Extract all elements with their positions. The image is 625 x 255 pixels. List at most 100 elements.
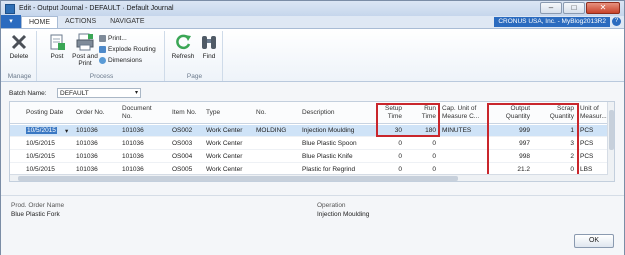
minimize-button[interactable]: – xyxy=(540,2,562,14)
line-details-factbox: Prod. Order Name Blue Plastic Fork Opera… xyxy=(1,195,624,255)
cell-cap-unit[interactable]: MINUTES xyxy=(442,127,471,134)
cell-order-no[interactable]: 101036 xyxy=(76,166,98,173)
delete-label: Delete xyxy=(9,53,29,60)
group-manage-label: Manage xyxy=(7,73,32,80)
cell-order-no[interactable]: 101036 xyxy=(76,140,98,147)
cell-item-no[interactable]: OS004 xyxy=(172,153,192,160)
prod-order-name-label: Prod. Order Name xyxy=(11,202,65,209)
col-description[interactable]: Description xyxy=(302,109,335,117)
maximize-button[interactable]: □ xyxy=(563,2,585,14)
cell-order-no[interactable]: 101036 xyxy=(76,153,98,160)
post-label: Post xyxy=(50,53,64,60)
tab-navigate[interactable]: NAVIGATE xyxy=(103,16,151,28)
cell-type[interactable]: Work Center xyxy=(206,140,242,147)
explode-routing-label: Explode Routing xyxy=(108,46,156,53)
cell-document-no[interactable]: 101036 xyxy=(122,127,144,134)
cell-unit-of-measure[interactable]: PCS xyxy=(580,153,593,160)
refresh-button[interactable]: Refresh xyxy=(169,33,197,60)
cell-run-time[interactable]: 0 xyxy=(410,153,436,160)
delete-button[interactable]: Delete xyxy=(5,33,33,60)
cell-item-no[interactable]: OS005 xyxy=(172,166,192,173)
cell-unit-of-measure[interactable]: PCS xyxy=(580,127,593,134)
operation-value: Injection Moulding xyxy=(317,211,370,218)
cell-document-no[interactable]: 101036 xyxy=(122,140,144,147)
explode-routing-button[interactable]: Explode Routing xyxy=(99,45,156,54)
cell-no[interactable]: MOLDING xyxy=(256,127,286,134)
col-unit-of-measure[interactable]: Unit of Measur... xyxy=(580,105,607,120)
cell-setup-time[interactable]: 0 xyxy=(380,153,402,160)
cell-type[interactable]: Work Center xyxy=(206,166,242,173)
group-manage: Delete Manage xyxy=(3,31,37,81)
ok-button[interactable]: OK xyxy=(574,234,614,248)
help-icon[interactable]: ? xyxy=(612,17,621,26)
print-button[interactable]: Print... xyxy=(99,34,127,43)
cell-unit-of-measure[interactable]: LBS xyxy=(580,166,592,173)
find-button[interactable]: Find xyxy=(195,33,223,60)
company-name-badge[interactable]: CRONUS USA, Inc. - MyBlog2013R2 xyxy=(494,17,610,27)
output-journal-window: Edit - Output Journal - DEFAULT · Defaul… xyxy=(0,0,625,255)
post-icon xyxy=(50,34,65,50)
group-process-label: Process xyxy=(89,73,114,80)
prod-order-name-value: Blue Plastic Fork xyxy=(11,211,60,218)
cell-type[interactable]: Work Center xyxy=(206,153,242,160)
cell-setup-time[interactable]: 0 xyxy=(380,140,402,147)
post-and-print-label-2: Print xyxy=(78,60,92,67)
cell-description[interactable]: Injection Moulding xyxy=(302,127,354,134)
cell-description[interactable]: Blue Plastic Knife xyxy=(302,153,353,160)
cell-setup-time[interactable]: 0 xyxy=(380,166,402,173)
col-document-no-line1: Document xyxy=(122,105,152,112)
journal-lines-grid: Posting Date Order No. Document No. Item… xyxy=(9,101,615,182)
app-window-icon xyxy=(5,3,15,14)
cell-posting-date[interactable]: 10/5/2015 xyxy=(26,166,55,173)
cell-run-time[interactable]: 0 xyxy=(410,166,436,173)
print-label: Print... xyxy=(108,35,127,42)
tab-actions[interactable]: ACTIONS xyxy=(58,16,103,28)
col-cap-unit[interactable]: Cap. Unit of Measure C... xyxy=(442,105,479,120)
dimensions-label: Dimensions xyxy=(108,57,142,64)
col-order-no[interactable]: Order No. xyxy=(76,109,105,117)
cell-document-no[interactable]: 101036 xyxy=(122,153,144,160)
dimensions-icon xyxy=(99,57,106,64)
cell-description[interactable]: Blue Plastic Spoon xyxy=(302,140,357,147)
binoculars-icon xyxy=(202,36,216,49)
operation-label: Operation xyxy=(317,202,346,209)
group-page: Refresh Find Page xyxy=(167,31,223,81)
cell-item-no[interactable]: OS002 xyxy=(172,127,192,134)
dimensions-button[interactable]: Dimensions xyxy=(99,56,142,65)
delete-x-icon xyxy=(11,34,27,50)
post-button[interactable]: Post xyxy=(43,33,71,60)
cell-document-no[interactable]: 101036 xyxy=(122,166,144,173)
row-dropdown-arrow[interactable]: ▾ xyxy=(65,127,68,135)
cell-item-no[interactable]: OS003 xyxy=(172,140,192,147)
cell-description[interactable]: Plastic for Regrind xyxy=(302,166,355,173)
cell-type[interactable]: Work Center xyxy=(206,127,242,134)
col-unit-of-measure-line2: Measur... xyxy=(580,112,607,120)
chevron-down-icon[interactable]: ▾ xyxy=(135,89,138,98)
vertical-scroll-thumb[interactable] xyxy=(609,110,614,150)
col-item-no[interactable]: Item No. xyxy=(172,109,197,117)
col-posting-date[interactable]: Posting Date xyxy=(26,109,63,117)
cell-run-time[interactable]: 0 xyxy=(410,140,436,147)
title-bar: Edit - Output Journal - DEFAULT · Defaul… xyxy=(1,1,624,16)
col-no[interactable]: No. xyxy=(256,109,266,117)
ribbon: Delete Manage Post Post and Print Print.… xyxy=(1,29,624,82)
highlight-box-quantity-columns xyxy=(487,103,579,178)
batch-name-select[interactable]: DEFAULT ▾ xyxy=(57,88,141,98)
col-type[interactable]: Type xyxy=(206,109,220,117)
cell-unit-of-measure[interactable]: PCS xyxy=(580,140,593,147)
cell-posting-date[interactable]: 10/5/2015 xyxy=(26,153,55,160)
horizontal-scrollbar[interactable] xyxy=(10,174,608,181)
app-menu-button[interactable]: ▾ xyxy=(1,15,21,28)
post-and-print-button[interactable]: Post and Print xyxy=(71,33,99,67)
cell-posting-date[interactable]: 10/5/2015 xyxy=(26,127,57,134)
vertical-scrollbar[interactable] xyxy=(607,102,614,181)
horizontal-scroll-thumb[interactable] xyxy=(18,176,458,181)
cell-order-no[interactable]: 101036 xyxy=(76,127,98,134)
cell-posting-date[interactable]: 10/5/2015 xyxy=(26,140,55,147)
posting-date-value[interactable]: 10/5/2015 xyxy=(26,127,57,134)
col-document-no[interactable]: Document No. xyxy=(122,105,152,120)
tab-home[interactable]: HOME xyxy=(21,16,58,28)
highlight-box-time-columns xyxy=(376,103,440,137)
close-button[interactable]: ✕ xyxy=(586,2,620,14)
window-title: Edit - Output Journal - DEFAULT · Defaul… xyxy=(19,5,174,12)
